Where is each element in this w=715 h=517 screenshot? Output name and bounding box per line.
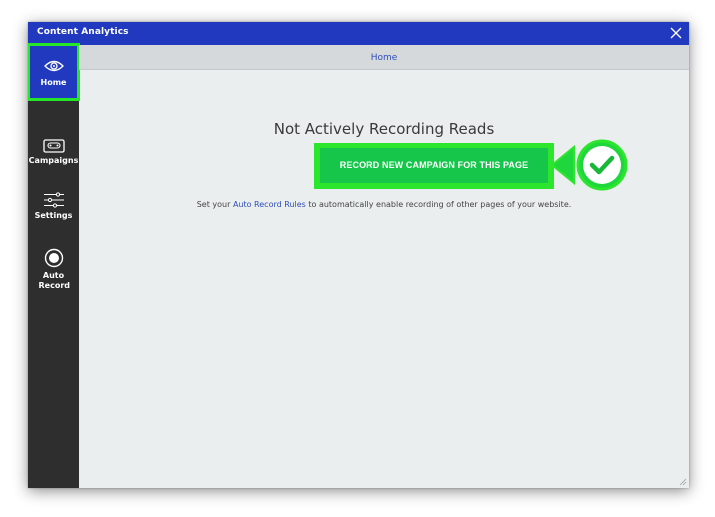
content-analytics-window: Content Analytics Home Campaigns Setting…	[28, 22, 689, 488]
sidebar-item-auto-record[interactable]: Auto Record	[28, 248, 79, 291]
sidebar-item-home[interactable]: Home	[30, 46, 77, 98]
sidebar-item-label: Auto Record	[38, 271, 71, 290]
eye-icon	[43, 60, 64, 72]
sidebar-item-campaigns[interactable]: Campaigns	[28, 139, 79, 166]
breadcrumb: Home	[79, 45, 689, 70]
auto-record-hint: Set your Auto Record Rules to automatica…	[79, 200, 689, 209]
hint-suffix: to automatically enable recording of oth…	[305, 200, 572, 209]
auto-record-rules-link[interactable]: Auto Record Rules	[233, 200, 306, 209]
resize-grip-icon[interactable]	[679, 478, 687, 486]
breadcrumb-home-link[interactable]: Home	[371, 53, 398, 63]
close-icon[interactable]	[667, 24, 685, 42]
sidebar-item-label: Home	[40, 78, 67, 87]
sidebar: Home Campaigns Settings Auto Record	[28, 45, 79, 488]
page-title: Not Actively Recording Reads	[273, 120, 495, 138]
sidebar-item-label: Settings	[34, 211, 73, 220]
window-title: Content Analytics	[37, 27, 129, 37]
record-new-campaign-button[interactable]: RECORD NEW CAMPAIGN FOR THIS PAGE	[320, 148, 548, 183]
main-content: Home Not Actively Recording Reads RECORD…	[79, 45, 689, 488]
cassette-icon	[42, 139, 65, 153]
record-icon	[44, 248, 63, 268]
sliders-icon	[43, 192, 64, 208]
checkmark-callout-icon	[550, 139, 628, 191]
hint-prefix: Set your	[196, 200, 233, 209]
title-bar: Content Analytics	[28, 22, 689, 45]
sidebar-item-settings[interactable]: Settings	[28, 192, 79, 221]
sidebar-item-label: Campaigns	[28, 156, 79, 165]
